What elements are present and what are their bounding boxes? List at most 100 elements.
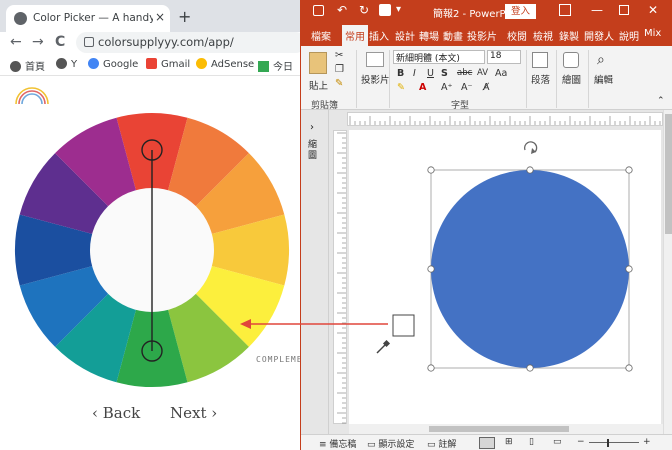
tab-insert[interactable]: 插入 — [369, 28, 389, 43]
rotate-handle-icon[interactable] — [523, 141, 538, 154]
undo-icon[interactable]: ↶ — [337, 3, 347, 17]
notes-button[interactable]: ≡ 備忘稿 — [319, 437, 356, 450]
comments-button[interactable]: ▭ 註解 — [427, 437, 456, 450]
zoom-in-icon[interactable]: + — [643, 437, 651, 447]
workspace: › 縮圖 — [301, 110, 672, 434]
tab-slideshow[interactable]: 投影片 — [467, 28, 497, 43]
font-color-icon[interactable]: A — [419, 82, 426, 93]
copy-icon[interactable]: ❐ — [335, 64, 344, 75]
drawing-button[interactable]: 繪圖 — [562, 72, 581, 86]
resize-handle[interactable] — [625, 166, 633, 174]
rainbow-logo-icon — [15, 87, 49, 105]
ribbon-tabs: 檔案 常用 插入 設計 轉場 動畫 投影片 校閱 檢視 錄製 開發人 說明 Mi… — [301, 24, 672, 46]
customize-toolbar-icon[interactable]: ▾ — [396, 4, 401, 15]
present-icon[interactable] — [379, 4, 391, 16]
strikethrough-icon[interactable]: abc — [457, 68, 472, 78]
underline-icon[interactable]: U — [427, 68, 434, 79]
horizontal-scrollbar[interactable] — [349, 424, 663, 434]
grow-font-icon[interactable]: A⁺ — [441, 82, 453, 93]
font-size-dropdown[interactable]: 18 — [487, 50, 521, 64]
collapse-ribbon-icon[interactable]: ⌃ — [657, 96, 665, 106]
save-icon[interactable] — [313, 5, 324, 16]
tab-home[interactable]: 常用 — [342, 25, 368, 46]
expand-thumbnails-icon[interactable]: › — [310, 122, 314, 133]
close-icon[interactable]: ✕ — [648, 3, 658, 17]
thumbnails-label: 縮圖 — [308, 140, 318, 161]
paragraph-icon[interactable] — [532, 52, 548, 68]
reading-view-icon[interactable]: ▯ — [529, 437, 534, 447]
eyedropper-icon[interactable] — [376, 339, 391, 354]
separator — [389, 50, 390, 108]
scroll-thumb[interactable] — [665, 114, 672, 234]
tab-record[interactable]: 錄製 — [559, 28, 579, 43]
scroll-thumb[interactable] — [429, 426, 569, 432]
ribbon: 貼上 ✂ ❐ ✎ 剪貼簿 投影片 新細明體 (本文) 18 B I U S ab… — [301, 46, 672, 111]
cut-icon[interactable]: ✂ — [335, 50, 343, 61]
highlight-icon[interactable]: ✎ — [397, 82, 405, 93]
bold-icon[interactable]: B — [397, 68, 404, 79]
color-swatch-box — [392, 314, 415, 337]
maximize-icon[interactable] — [619, 5, 629, 15]
slide-sorter-icon[interactable]: ⊞ — [505, 437, 513, 447]
tab-view[interactable]: 檢視 — [533, 28, 553, 43]
resize-handle[interactable] — [427, 166, 435, 174]
status-bar: ≡ 備忘稿 ▭ 顯示設定 ▭ 註解 ⊞ ▯ ▭ − + — [301, 434, 672, 450]
char-spacing-icon[interactable]: AV — [477, 68, 488, 78]
slide-canvas[interactable] — [349, 130, 661, 424]
horizontal-ruler — [347, 112, 663, 126]
complementary-label: COMPLEME — [256, 355, 303, 364]
tab-transitions[interactable]: 轉場 — [419, 28, 439, 43]
tab-mix[interactable]: Mix — [644, 28, 661, 39]
paste-button-label[interactable]: 貼上 — [309, 78, 328, 92]
tab-review[interactable]: 校閱 — [507, 28, 527, 43]
title-bar: ↶ ↻ ▾ 簡報2 - PowerPo... 登入 — ✕ — [301, 0, 672, 24]
normal-view-icon[interactable] — [479, 437, 495, 449]
font-name-dropdown[interactable]: 新細明體 (本文) — [393, 50, 485, 64]
clear-format-icon[interactable]: A̸ — [483, 82, 490, 93]
powerpoint-window: ↶ ↻ ▾ 簡報2 - PowerPo... 登入 — ✕ 檔案 常用 插入 設… — [300, 0, 672, 450]
next-button[interactable]: Next › — [170, 404, 217, 422]
resize-handle[interactable] — [427, 364, 435, 372]
resize-handle[interactable] — [625, 364, 633, 372]
browser-window: Color Picker — A handy design × + ← → C … — [0, 0, 306, 450]
search-icon[interactable]: ⌕ — [597, 52, 605, 68]
new-slide-icon[interactable] — [366, 52, 384, 67]
editing-button[interactable]: 編輯 — [594, 72, 613, 86]
redo-icon[interactable]: ↻ — [359, 3, 369, 17]
shapes-icon[interactable] — [563, 52, 579, 68]
color-wheel[interactable] — [0, 0, 300, 450]
resize-handle[interactable] — [427, 265, 435, 273]
change-case-icon[interactable]: Aa — [495, 68, 507, 79]
blue-circle-shape[interactable] — [431, 170, 629, 368]
zoom-slider[interactable] — [589, 442, 639, 443]
resize-handle[interactable] — [526, 364, 534, 372]
paste-icon[interactable] — [309, 52, 327, 74]
tab-help[interactable]: 說明 — [619, 28, 639, 43]
resize-handle[interactable] — [526, 166, 534, 174]
zoom-out-icon[interactable]: − — [577, 437, 585, 447]
separator — [556, 50, 557, 108]
italic-icon[interactable]: I — [413, 68, 416, 79]
separator — [356, 50, 357, 108]
slideshow-view-icon[interactable]: ▭ — [553, 437, 562, 447]
shrink-font-icon[interactable]: A⁻ — [461, 82, 473, 93]
format-painter-icon[interactable]: ✎ — [335, 78, 343, 89]
signin-button[interactable]: 登入 — [505, 4, 537, 19]
minimize-icon[interactable]: — — [591, 3, 603, 17]
vertical-ruler — [333, 130, 347, 424]
resize-handle[interactable] — [625, 265, 633, 273]
paragraph-button[interactable]: 段落 — [531, 72, 550, 86]
zoom-slider-thumb[interactable] — [607, 439, 609, 447]
tab-file[interactable]: 檔案 — [311, 28, 331, 43]
ribbon-display-icon[interactable] — [559, 4, 571, 16]
vertical-scrollbar[interactable] — [663, 110, 672, 434]
tab-design[interactable]: 設計 — [395, 28, 415, 43]
display-settings-button[interactable]: ▭ 顯示設定 — [367, 437, 414, 450]
back-button[interactable]: ‹ Back — [92, 404, 140, 422]
thumbnail-pane[interactable]: › 縮圖 — [301, 110, 329, 434]
shadow-icon[interactable]: S — [441, 68, 448, 79]
slides-button[interactable]: 投影片 — [361, 72, 390, 86]
separator — [588, 50, 589, 108]
tab-animations[interactable]: 動畫 — [443, 28, 463, 43]
tab-developer[interactable]: 開發人 — [584, 28, 614, 43]
